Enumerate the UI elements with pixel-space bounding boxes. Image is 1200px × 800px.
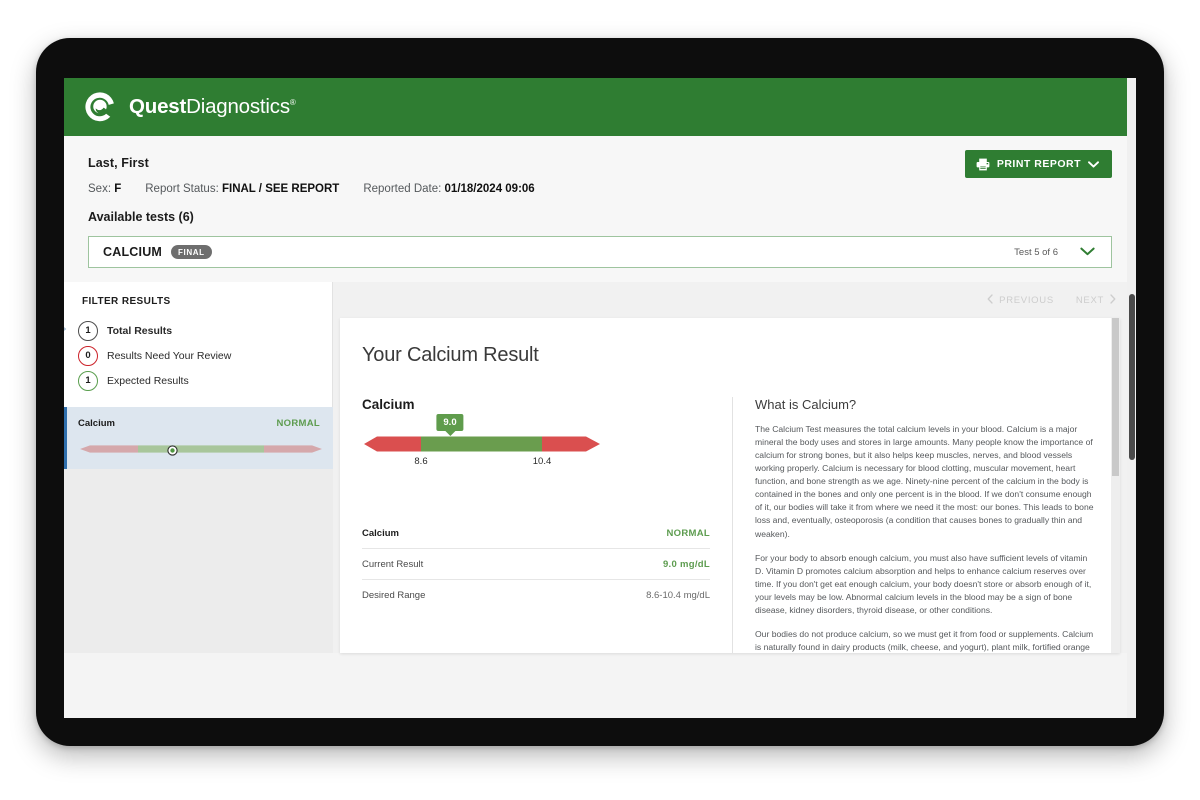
gauge-tick-low: 8.6 <box>414 456 427 467</box>
content-split: FILTER RESULTS 1 Total Results 0 Results… <box>64 282 1136 653</box>
reported-date-value: 01/18/2024 09:06 <box>445 183 535 195</box>
info-pane-title: What is Calcium? <box>755 397 1098 412</box>
filter-results-panel: FILTER RESULTS 1 Total Results 0 Results… <box>64 282 333 407</box>
test-name-label: CALCIUM <box>103 245 162 259</box>
result-detail-card: Your Calcium Result Calcium <box>340 318 1120 653</box>
next-result-button[interactable]: NEXT <box>1076 294 1116 307</box>
filter-item-label: Expected Results <box>107 375 189 387</box>
brand-name-light: Diagnostics <box>186 95 290 118</box>
result-detail-body: Calcium <box>362 397 1098 653</box>
filter-item-total-results[interactable]: 1 Total Results <box>78 318 318 343</box>
filter-count-badge: 1 <box>78 371 98 391</box>
info-pane: What is Calcium? The Calcium Test measur… <box>732 397 1098 653</box>
report-card-scrollbar[interactable] <box>1111 318 1120 653</box>
previous-result-button[interactable]: PREVIOUS <box>987 294 1054 307</box>
gauge-svg <box>362 434 602 454</box>
brand-registered-mark: ® <box>290 98 296 107</box>
table-row: Calcium NORMAL <box>362 518 710 549</box>
status-badge: NORMAL <box>277 418 321 429</box>
report-pager: PREVIOUS NEXT <box>333 282 1136 318</box>
filter-item-needs-review[interactable]: 0 Results Need Your Review <box>78 343 318 368</box>
table-row: Desired Range 8.6-10.4 mg/dL <box>362 580 710 611</box>
info-paragraph: For your body to absorb enough calcium, … <box>755 552 1098 617</box>
filter-count-badge: 0 <box>78 346 98 366</box>
report-status-value: FINAL / SEE REPORT <box>222 183 339 195</box>
result-row-value: NORMAL <box>667 528 711 539</box>
result-chip-name: Calcium <box>78 418 115 429</box>
reference-range-gauge: 9.0 8.6 10.4 <box>362 434 710 482</box>
report-card-scroll-thumb[interactable] <box>1112 318 1119 476</box>
reference-range-gauge-track: 9.0 8.6 10.4 <box>362 434 598 452</box>
filter-item-expected-results[interactable]: 1 Expected Results <box>78 368 318 393</box>
print-report-button[interactable]: PRINT REPORT <box>965 150 1112 178</box>
test-status-badge: FINAL <box>171 245 212 259</box>
filter-count-badge: 1 <box>78 321 98 341</box>
range-marker-icon <box>167 443 178 461</box>
info-paragraph: The Calcium Test measures the total calc… <box>755 423 1098 541</box>
chevron-down-icon <box>1088 161 1099 168</box>
filter-item-label: Total Results <box>107 325 172 337</box>
report-canvas: PREVIOUS NEXT Your Calcium Result <box>333 282 1136 653</box>
result-row-key: Calcium <box>362 528 399 539</box>
result-list-item-calcium[interactable]: Calcium NORMAL <box>64 407 333 469</box>
reported-date-label: Reported Date: <box>363 183 441 195</box>
report-status-field: Report Status: FINAL / SEE REPORT <box>145 183 339 195</box>
brand-name-bold: Quest <box>129 95 186 118</box>
sex-value: F <box>114 183 121 195</box>
printer-icon <box>976 158 990 171</box>
patient-meta-row: Sex: F Report Status: FINAL / SEE REPORT… <box>88 183 1112 195</box>
result-pane: Calcium <box>362 397 732 653</box>
filter-item-label: Results Need Your Review <box>107 350 231 362</box>
sex-label: Sex: <box>88 183 111 195</box>
browser-viewport: QuestDiagnostics® Last, First Sex: F Rep… <box>64 78 1136 718</box>
page-title: Your Calcium Result <box>362 344 1098 367</box>
current-value-bubble: 9.0 <box>436 414 463 431</box>
chevron-right-icon <box>1110 294 1116 307</box>
next-label: NEXT <box>1076 295 1104 306</box>
result-row-value: 8.6-10.4 mg/dL <box>646 590 710 601</box>
result-table: Calcium NORMAL Current Result 9.0 mg/dL … <box>362 518 710 611</box>
brand-wordmark: QuestDiagnostics® <box>129 95 296 119</box>
result-row-key: Desired Range <box>362 590 425 601</box>
result-row-value: 9.0 mg/dL <box>663 559 710 570</box>
chevron-down-icon[interactable] <box>1080 243 1095 261</box>
sex-field: Sex: F <box>88 183 121 195</box>
mini-range-gauge <box>78 442 320 453</box>
quest-swoosh-logo-icon <box>85 91 118 124</box>
test-accordion-calcium[interactable]: CALCIUM FINAL Test 5 of 6 <box>88 236 1112 268</box>
result-row-key: Current Result <box>362 559 423 570</box>
info-paragraph: Our bodies do not produce calcium, so we… <box>755 628 1098 653</box>
page-scroll-thumb[interactable] <box>1129 294 1135 460</box>
tablet-device-frame: QuestDiagnostics® Last, First Sex: F Rep… <box>36 38 1164 746</box>
brand-header-bar: QuestDiagnostics® <box>64 78 1136 136</box>
page-scrollbar[interactable] <box>1127 78 1136 718</box>
reported-date-field: Reported Date: 01/18/2024 09:06 <box>363 183 534 195</box>
gauge-tick-high: 10.4 <box>533 456 552 467</box>
table-row: Current Result 9.0 mg/dL <box>362 549 710 580</box>
test-selector-wrap: CALCIUM FINAL Test 5 of 6 <box>64 224 1136 282</box>
print-report-label: PRINT REPORT <box>997 158 1081 170</box>
left-sidebar: FILTER RESULTS 1 Total Results 0 Results… <box>64 282 333 653</box>
previous-label: PREVIOUS <box>999 295 1054 306</box>
report-status-label: Report Status: <box>145 183 219 195</box>
chevron-left-icon <box>987 294 993 307</box>
available-tests-heading: Available tests (6) <box>88 210 1112 224</box>
test-counter-label: Test 5 of 6 <box>1014 247 1058 258</box>
patient-name: Last, First <box>88 156 1112 170</box>
filter-results-title: FILTER RESULTS <box>82 296 318 307</box>
analyte-name: Calcium <box>362 397 710 412</box>
result-chip-header: Calcium NORMAL <box>78 418 320 429</box>
patient-header: Last, First Sex: F Report Status: FINAL … <box>64 136 1136 224</box>
mini-range-gauge-svg <box>78 443 324 455</box>
